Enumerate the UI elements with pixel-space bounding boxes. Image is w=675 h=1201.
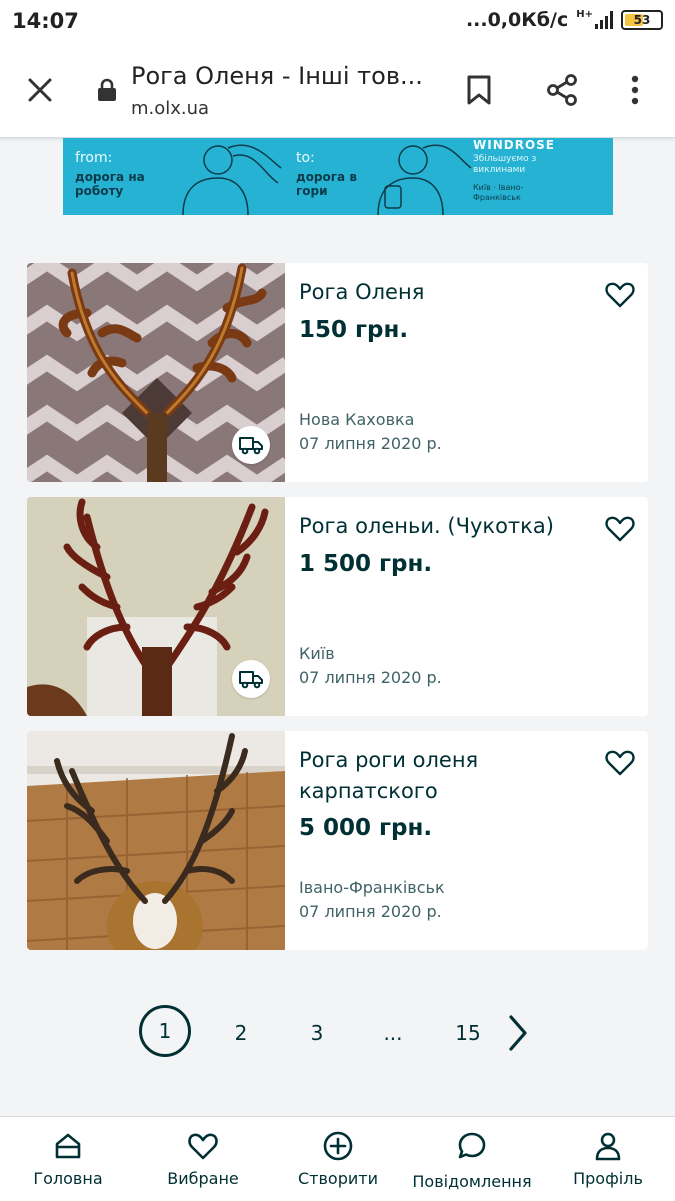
nav-label: Повідомлення [412,1172,532,1191]
chevron-right-icon [509,1015,527,1051]
page-link[interactable]: 2 [225,1005,257,1061]
listing-date: 07 липня 2020 р. [299,434,442,453]
banner-illustration-2 [377,144,472,215]
nav-favorites[interactable]: Вибране [155,1117,251,1201]
page-link[interactable]: 3 [301,1005,333,1061]
heart-icon [188,1133,218,1160]
nav-label: Головна [33,1169,103,1188]
listing-card[interactable]: Рога роги оленя карпатского 5 000 грн. І… [27,731,648,950]
network-type: H+ [576,9,593,20]
user-icon [595,1132,621,1161]
battery-level: 53 [633,13,651,27]
plus-circle-icon [323,1131,353,1161]
listing-price: 5 000 грн. [299,815,433,841]
pagination: 1 2 3 ... 15 [0,1005,675,1061]
nav-profile[interactable]: Профіль [563,1117,653,1201]
ad-banner[interactable]: from: дорога на роботу to: дорога в гори… [63,138,613,215]
nav-create[interactable]: Створити [290,1117,386,1201]
page-link[interactable]: 15 [448,1005,488,1061]
truck-icon [239,671,263,689]
delivery-badge [232,660,270,698]
nav-home[interactable]: Головна [22,1117,114,1201]
signal-icon [595,11,613,29]
bookmark-icon [467,75,491,105]
listing-city: Київ [299,644,335,663]
listing-photo [27,731,285,950]
page-link-current[interactable]: 1 [139,1005,191,1057]
listing-title[interactable]: Рога Оленя [299,277,589,308]
favorite-heart-icon[interactable] [604,279,636,311]
browser-bar: Рога Оленя - Інші тов... m.olx.ua [0,42,675,138]
listing-city: Нова Каховка [299,410,415,429]
listing-city: Івано-Франківськ [299,878,445,897]
listing-card[interactable]: Рога оленьи. (Чукотка) 1 500 грн. Київ 0… [27,497,648,716]
favorite-heart-icon[interactable] [604,513,636,545]
listing-card[interactable]: Рога Оленя 150 грн. Нова Каховка 07 липн… [27,263,648,482]
listing-date: 07 липня 2020 р. [299,668,442,687]
nav-label: Профіль [573,1169,643,1188]
delivery-badge [232,426,270,464]
banner-from-label: from: [75,150,113,166]
banner-illustration-1 [182,144,282,215]
status-indicators: ...0,0Кб/с H+ 53 [466,9,663,31]
battery-icon: 53 [621,10,663,30]
home-icon [55,1133,81,1159]
more-menu-button[interactable] [615,70,655,110]
page-title: Рога Оленя - Інші тов... [131,62,423,90]
favorite-heart-icon[interactable] [604,747,636,779]
bottom-navigation: Головна Вибране Створити Повідомлення Пр… [0,1116,675,1201]
page-ellipsis: ... [383,1021,403,1045]
more-vertical-icon [631,75,639,105]
nav-label: Вибране [167,1169,239,1188]
network-speed: ...0,0Кб/с [465,9,569,31]
next-page-button[interactable] [502,1005,532,1061]
share-button[interactable] [542,70,582,110]
banner-tagline: Збільшуємо з виклинами [473,154,537,175]
truck-icon [239,437,263,455]
listing-price: 1 500 грн. [299,551,433,577]
bookmark-button[interactable] [459,70,499,110]
status-bar: 14:07 ...0,0Кб/с H+ 53 [0,0,675,42]
page-url[interactable]: m.olx.ua [131,98,209,119]
banner-to-text: дорога в гори [296,170,357,198]
nav-messages[interactable]: Повідомлення [408,1117,536,1201]
close-icon [28,78,52,102]
nav-label: Створити [298,1169,378,1188]
chat-icon [458,1132,486,1159]
status-time: 14:07 [12,9,79,33]
listing-date: 07 липня 2020 р. [299,902,442,921]
banner-to-label: to: [296,150,315,166]
banner-brand: WINDROSE [473,138,555,152]
banner-city: Київ · Івано-Франківськ [473,183,524,202]
listing-price: 150 грн. [299,317,409,343]
close-button[interactable] [22,72,58,108]
lock-icon [98,78,116,101]
banner-from-text: дорога на роботу [75,170,145,198]
share-icon [547,74,577,106]
listing-title[interactable]: Рога оленьи. (Чукотка) [299,511,589,542]
listing-title[interactable]: Рога роги оленя карпатского [299,745,589,807]
